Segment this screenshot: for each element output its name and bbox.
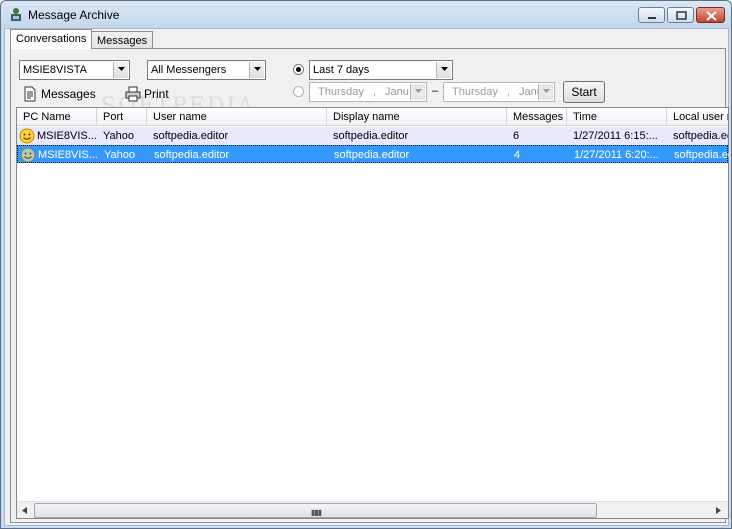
pc-select[interactable]: MSIE8VISTA [19,60,130,80]
messages-button[interactable]: Messages [19,84,109,104]
messenger-select[interactable]: All Messengers [147,60,266,80]
chevron-down-icon [113,62,128,78]
date-to-picker[interactable]: Thursday , Janu [443,82,555,102]
print-button-label: Print [144,87,169,101]
date-from-sep: , [372,86,376,98]
date-from-month: Janu [385,86,409,98]
client-area: Conversations Messages SOFTPEDIA MSIE8VI… [4,28,729,526]
chevron-down-icon [538,84,553,100]
start-button[interactable]: Start [563,81,605,103]
cell-messages: 4 [514,149,521,161]
scroll-left-button[interactable] [17,503,33,518]
cell-user-name: softpedia.editor [153,130,229,142]
date-to-sep: , [506,86,510,98]
cell-messages: 6 [513,130,520,142]
column-header-display-name[interactable]: Display name [327,108,507,126]
window-title: Message Archive [28,8,120,22]
custom-range-radio[interactable] [293,86,304,97]
maximize-button[interactable] [667,7,694,23]
cell-time: 1/27/2011 6:20:... [574,149,659,161]
arrow-right-icon [716,507,721,514]
date-from-day: Thursday [318,86,364,98]
cell-pc-name: MSIE8VIS... [38,149,98,161]
scrollbar-thumb[interactable]: ▮▮▮ [34,503,597,518]
cell-local-user: softpedia.ec [674,149,729,161]
cell-port: Yahoo [103,130,134,142]
tab-conversations[interactable]: Conversations [10,29,93,49]
table-row-selected[interactable]: MSIE8VIS... Yahoo softpedia.editor softp… [17,145,729,166]
conversations-list[interactable]: PC Name Port User name Display name Mess… [16,107,729,519]
chevron-down-icon [249,62,264,78]
arrow-left-icon [22,507,27,514]
period-select-value: Last 7 days [313,64,370,76]
conversations-panel: SOFTPEDIA MSIE8VISTA All Messengers Last… [10,48,729,523]
column-header-pc-name[interactable]: PC Name [17,108,97,126]
printer-icon [125,86,141,102]
cell-user-name: softpedia.editor [154,149,230,161]
cell-port: Yahoo [104,149,135,161]
column-header-port[interactable]: Port [97,108,147,126]
offline-smiley-icon [20,147,36,166]
grip-icon: ▮▮▮ [311,508,322,517]
date-to-day: Thursday [452,86,498,98]
pc-select-value: MSIE8VISTA [23,64,87,76]
close-button[interactable] [696,7,725,23]
horizontal-scrollbar[interactable]: ▮▮▮ [17,501,728,518]
main-window: Message Archive Conversations Messages S… [0,0,732,529]
chevron-down-icon [436,62,451,78]
document-icon [24,86,36,102]
table-row[interactable]: MSIE8VIS... Yahoo softpedia.editor softp… [17,127,728,145]
period-preset-radio[interactable] [293,64,304,75]
minimize-button[interactable] [638,7,665,23]
print-button[interactable]: Print [122,84,178,104]
column-header-messages[interactable]: Messages [507,108,567,126]
scroll-right-button[interactable] [711,503,727,518]
range-dash: – [432,85,439,97]
cell-local-user: softpedia.ec [673,130,728,142]
chevron-down-icon [410,84,425,100]
cell-time: 1/27/2011 6:15:... [573,130,658,142]
tab-messages[interactable]: Messages [91,31,154,49]
cell-pc-name: MSIE8VIS... [37,130,97,142]
column-header-local-user[interactable]: Local user n [667,108,728,126]
app-icon [8,7,24,23]
messenger-select-value: All Messengers [151,64,227,76]
title-bar[interactable]: Message Archive [1,1,731,29]
cell-display-name: softpedia.editor [333,130,409,142]
cell-display-name: softpedia.editor [334,149,410,161]
period-select[interactable]: Last 7 days [309,60,453,80]
list-header: PC Name Port User name Display name Mess… [17,108,728,126]
column-header-time[interactable]: Time [567,108,667,126]
date-from-picker[interactable]: Thursday , Janu [309,82,427,102]
messages-button-label: Messages [41,87,96,101]
column-header-user-name[interactable]: User name [147,108,327,126]
